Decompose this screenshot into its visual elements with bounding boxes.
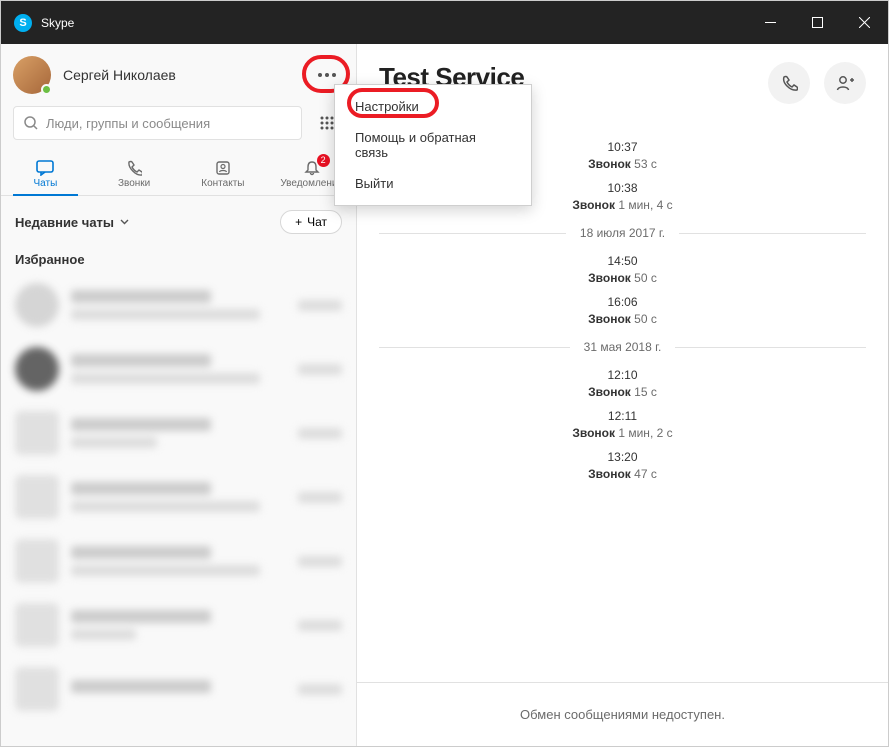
list-item[interactable] (1, 529, 356, 593)
menu-settings[interactable]: Настройки (335, 91, 531, 122)
more-dropdown-menu: Настройки Помощь и обратная связь Выйти (334, 84, 532, 206)
recent-chats-label: Недавние чаты (15, 215, 114, 230)
tab-calls-label: Звонки (118, 178, 150, 189)
phone-icon (780, 74, 798, 92)
call-event: 13:20Звонок 47 с (357, 450, 888, 481)
recent-chats-dropdown[interactable]: Недавние чаты (15, 215, 129, 230)
skype-icon: S (14, 14, 32, 32)
tab-chats[interactable]: Чаты (1, 150, 90, 195)
window-title: Skype (41, 16, 74, 30)
call-button[interactable] (768, 62, 810, 104)
list-item[interactable] (1, 273, 356, 337)
search-icon (24, 116, 38, 130)
dialpad-icon (319, 115, 335, 131)
list-item[interactable] (1, 465, 356, 529)
more-icon (318, 73, 336, 77)
tab-chats-label: Чаты (33, 178, 57, 189)
new-chat-label: Чат (307, 215, 327, 229)
list-item[interactable] (1, 593, 356, 657)
presence-indicator (41, 84, 52, 95)
search-placeholder: Люди, группы и сообщения (46, 116, 210, 131)
avatar[interactable] (13, 56, 51, 94)
notifications-badge: 2 (317, 154, 330, 167)
contacts-icon (215, 160, 231, 176)
menu-help[interactable]: Помощь и обратная связь (335, 122, 531, 168)
window-close-button[interactable] (841, 1, 888, 44)
sidebar: Сергей Николаев Люди, группы и сообщения (1, 44, 357, 746)
tab-contacts-label: Контакты (201, 178, 244, 189)
chat-list[interactable] (1, 273, 356, 746)
list-item[interactable] (1, 657, 356, 721)
call-event: 12:10Звонок 15 с (357, 368, 888, 399)
list-item[interactable] (1, 401, 356, 465)
date-divider: 18 июля 2017 г. (379, 226, 866, 240)
new-chat-button[interactable]: + Чат (280, 210, 342, 234)
chevron-down-icon (120, 219, 129, 225)
plus-icon: + (295, 215, 302, 229)
date-divider: 31 мая 2018 г. (379, 340, 866, 354)
call-history[interactable]: 10:37Звонок 53 с10:38Звонок 1 мин, 4 с18… (357, 122, 888, 682)
menu-signout[interactable]: Выйти (335, 168, 531, 199)
add-person-icon (835, 74, 855, 92)
tab-calls[interactable]: Звонки (90, 150, 179, 195)
list-item[interactable] (1, 337, 356, 401)
chat-icon (36, 160, 54, 176)
profile-name[interactable]: Сергей Николаев (63, 67, 176, 83)
call-event: 16:06Звонок 50 с (357, 295, 888, 326)
window-maximize-button[interactable] (794, 1, 841, 44)
search-input[interactable]: Люди, группы и сообщения (13, 106, 302, 140)
window-minimize-button[interactable] (747, 1, 794, 44)
add-person-button[interactable] (824, 62, 866, 104)
call-event: 12:11Звонок 1 мин, 2 с (357, 409, 888, 440)
tab-contacts[interactable]: Контакты (179, 150, 268, 195)
phone-icon (126, 160, 142, 176)
titlebar: S Skype (1, 1, 888, 44)
call-event: 14:50Звонок 50 с (357, 254, 888, 285)
favorites-heading: Избранное (1, 242, 356, 273)
messaging-unavailable: Обмен сообщениями недоступен. (357, 682, 888, 746)
